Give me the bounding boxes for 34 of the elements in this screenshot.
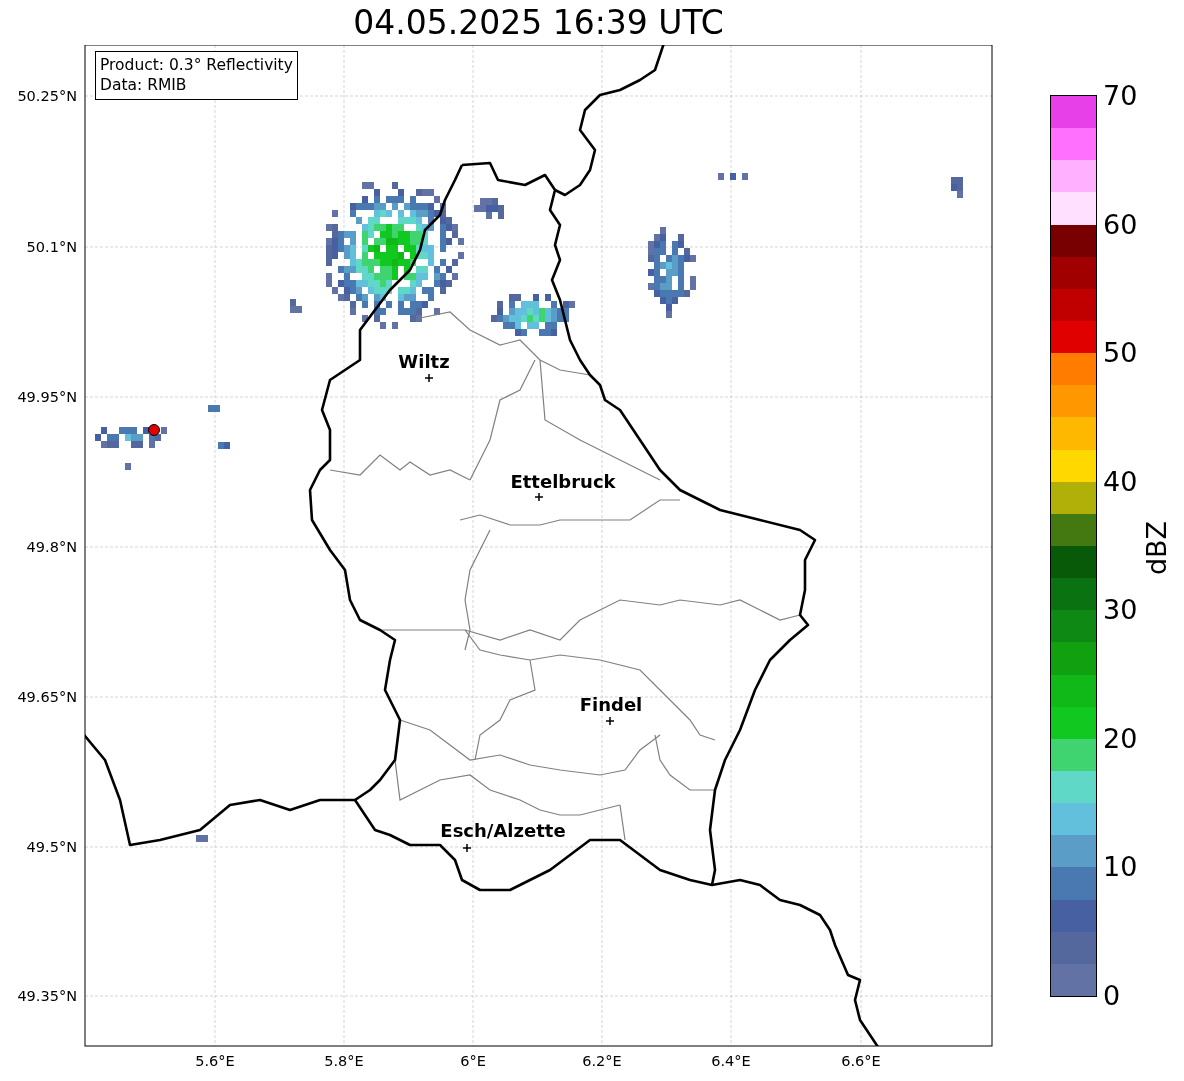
latitude-label: 50.1°N xyxy=(26,239,77,255)
latitude-label: 49.95°N xyxy=(17,389,77,405)
colorbar-tick-label: 40 xyxy=(1103,466,1138,497)
longitude-label: 6°E xyxy=(460,1053,486,1069)
colorbar-tick-label: 60 xyxy=(1103,209,1138,240)
latitude-label: 49.35°N xyxy=(17,988,77,1004)
longitude-label: 5.6°E xyxy=(195,1053,235,1069)
latitude-label: 49.8°N xyxy=(26,539,77,555)
city-marker-icon xyxy=(424,373,434,383)
colorbar-tick-label: 50 xyxy=(1103,338,1138,369)
city-label: Findel xyxy=(579,694,643,715)
city-label: Esch/Alzette xyxy=(440,820,566,841)
latitude-label: 49.65°N xyxy=(17,689,77,705)
longitude-label: 6.6°E xyxy=(841,1053,881,1069)
info-text: Data: RMIB xyxy=(100,75,188,95)
latitude-label: 50.25°N xyxy=(17,88,77,104)
info-text: Product: 0.3° Reflectivity xyxy=(100,55,293,75)
colorbar-tick-label: 10 xyxy=(1103,852,1138,883)
colorbar-tick-label: 0 xyxy=(1103,981,1121,1011)
colorbar-label: dBZ xyxy=(1142,520,1173,576)
latitude-label: 49.5°N xyxy=(26,839,77,855)
city-marker-icon xyxy=(605,716,615,726)
colorbar-tick-label: 70 xyxy=(1103,81,1138,111)
city-marker-icon xyxy=(534,492,544,502)
radar-site-marker xyxy=(148,424,160,436)
colorbar-tick-label: 20 xyxy=(1103,723,1138,754)
figure-title: 04.05.2025 16:39 UTC xyxy=(353,2,724,43)
longitude-label: 6.4°E xyxy=(711,1053,751,1069)
longitude-label: 5.8°E xyxy=(324,1053,364,1069)
colorbar-tick-label: 30 xyxy=(1103,595,1138,626)
city-label: Ettelbruck xyxy=(510,471,616,492)
longitude-label: 6.2°E xyxy=(582,1053,622,1069)
city-marker-icon xyxy=(462,843,472,853)
city-label: Wiltz xyxy=(398,351,450,372)
